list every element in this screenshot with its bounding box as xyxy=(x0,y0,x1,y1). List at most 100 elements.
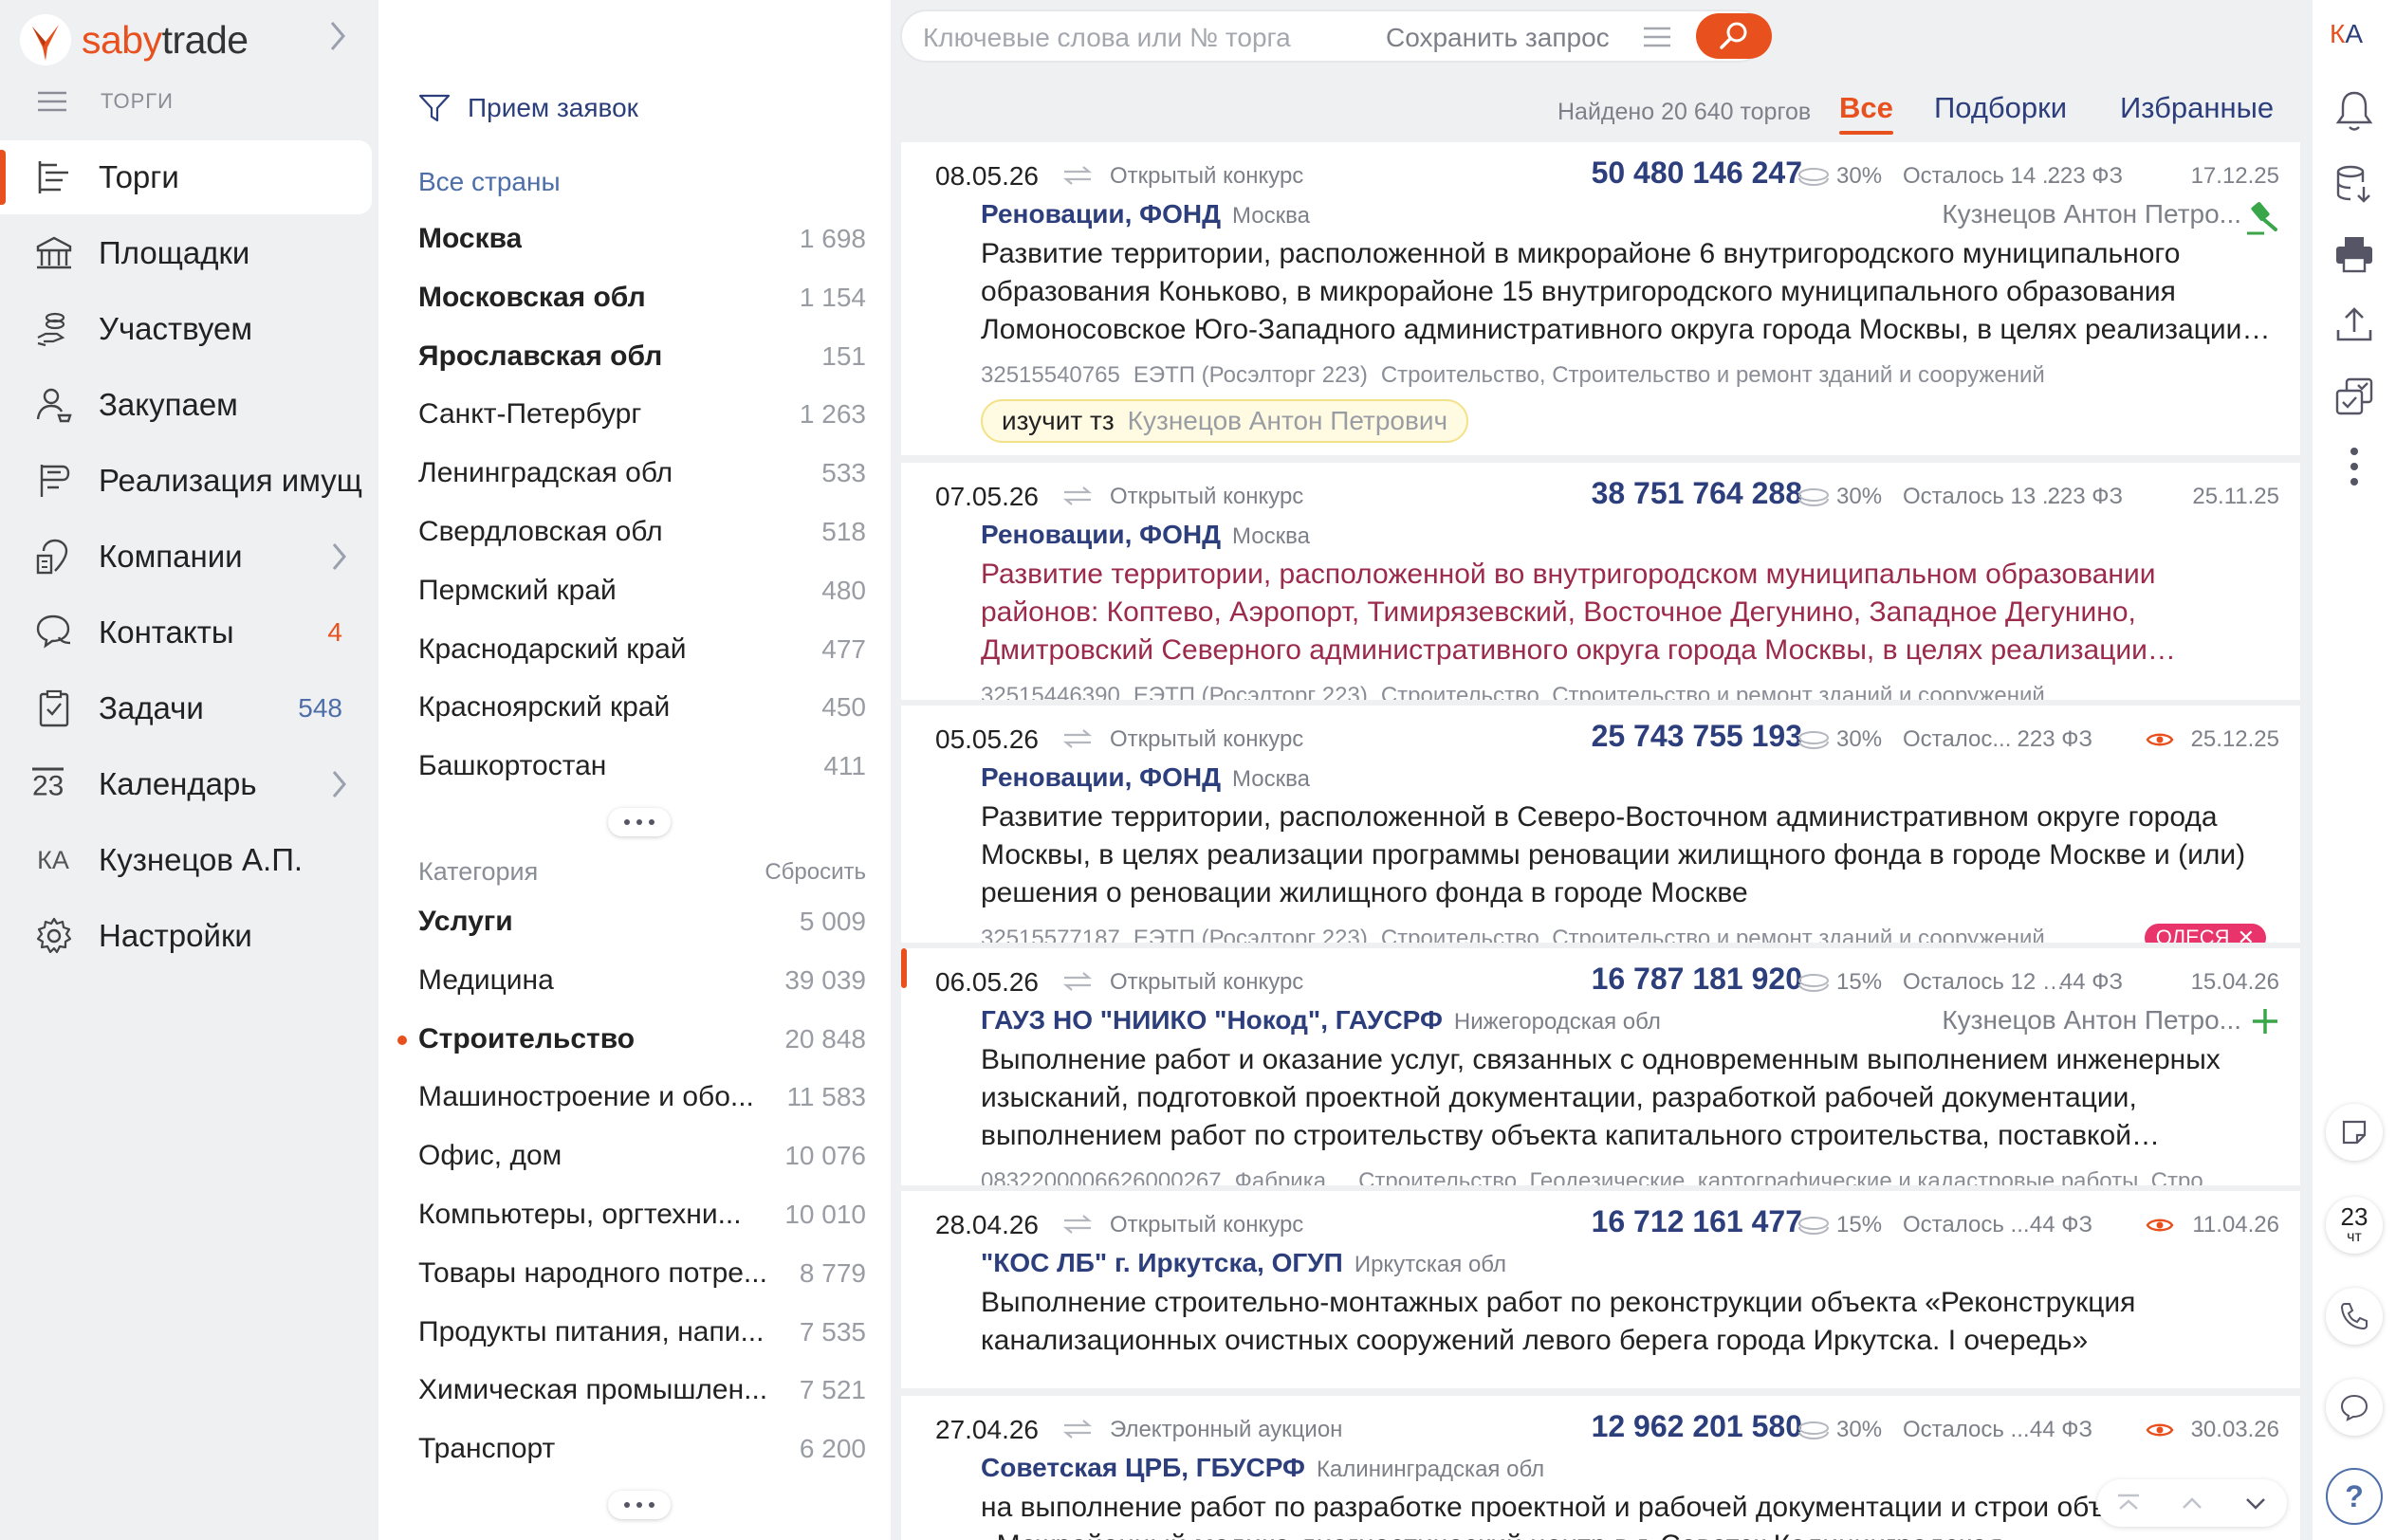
scroll-top-icon[interactable] xyxy=(2114,1492,2143,1514)
more-options-icon[interactable] xyxy=(2349,446,2360,487)
nav-item-7[interactable]: Контакты 4 xyxy=(0,596,378,669)
customer-name[interactable]: Советская ЦРБ, ГБУСРФ Калининградская обл xyxy=(981,1453,1544,1483)
tender-card[interactable]: 28.04.26 Открытый конкурс 16 712 161 477 15… xyxy=(901,1191,2300,1388)
category-filter-item[interactable]: Химическая промышлен... 7 521 xyxy=(418,1366,866,1415)
category-filter-item[interactable]: Медицина 39 039 xyxy=(418,956,866,1005)
responsible-person[interactable]: Кузнецов Антон Петро... xyxy=(1942,199,2241,229)
tender-card[interactable]: 27.04.26 Электронный аукцион 12 962 201 58… xyxy=(901,1396,2300,1540)
tender-platform: ЕЭТП (Росэлторг 223) xyxy=(1133,362,1368,388)
more-categories-button[interactable] xyxy=(608,1491,671,1519)
task-note[interactable]: изучит тз Кузнецов Антон Петрович xyxy=(981,399,1469,443)
category-filter-item[interactable]: Продукты питания, напи... 7 535 xyxy=(418,1308,866,1357)
tender-card[interactable]: 05.05.26 Открытый конкурс 25 743 755 193 30… xyxy=(901,706,2300,943)
tab-2[interactable]: Подборки xyxy=(1934,91,2067,125)
filter-item-count: 8 779 xyxy=(799,1257,866,1288)
nav-item-11[interactable]: Настройки xyxy=(0,899,378,973)
all-countries-link[interactable]: Все страны xyxy=(418,167,561,197)
tab-3[interactable]: Избранные xyxy=(2120,91,2274,125)
eye-icon[interactable] xyxy=(2146,1421,2174,1439)
logo[interactable]: sabytrade xyxy=(19,6,249,74)
customer-name[interactable]: Реновации, ФОНД Москва xyxy=(981,199,1310,229)
law-type: 44 ФЗ xyxy=(2029,1417,2092,1442)
customer-name[interactable]: Реновации, ФОНД Москва xyxy=(981,762,1310,793)
tender-description[interactable]: Выполнение работ и оказание услуг, связа… xyxy=(981,1041,2280,1155)
hamburger-icon[interactable] xyxy=(36,90,68,113)
chevron-up-icon[interactable] xyxy=(2178,1492,2206,1514)
customer-region: Москва xyxy=(1232,523,1310,549)
notes-button[interactable] xyxy=(2326,1104,2383,1161)
category-filter-item[interactable]: Офис, дом 10 076 xyxy=(418,1131,866,1181)
tender-card[interactable]: 06.05.26 Открытый конкурс 16 787 181 920 15… xyxy=(901,948,2300,1185)
tender-description[interactable]: Развитие территории, расположенной в Сев… xyxy=(981,798,2280,912)
plus-icon[interactable] xyxy=(2249,1005,2281,1037)
region-filter-item[interactable]: Санкт-Петербург 1 263 xyxy=(418,390,866,439)
customer-name[interactable]: ГАУЗ НО "НИИКО "Нокод", ГАУСРФ Нижегородс… xyxy=(981,1005,1661,1036)
calendar-today-button[interactable]: 23 чт xyxy=(2326,1197,2383,1254)
nav-item-3[interactable]: Участвуем xyxy=(0,292,378,366)
nav-item-5[interactable]: Реализация имущ xyxy=(0,444,378,518)
checklist-icon[interactable] xyxy=(2333,376,2375,417)
phone-button[interactable] xyxy=(2326,1288,2383,1345)
nav-item-1[interactable]: Торги xyxy=(0,140,372,214)
help-button[interactable]: ? xyxy=(2326,1468,2383,1525)
upload-icon[interactable] xyxy=(2333,303,2375,345)
region-filter-item[interactable]: Башкортостан 411 xyxy=(418,742,866,791)
chevron-right-icon[interactable] xyxy=(327,541,350,573)
user-tag[interactable]: ОЛЕСЯ ✕ xyxy=(2144,924,2266,943)
nav-item-9[interactable]: 23 Календарь xyxy=(0,747,378,821)
category-filter-item[interactable]: Строительство 20 848 xyxy=(397,1015,866,1064)
category-filter-item[interactable]: Транспорт 6 200 xyxy=(418,1424,866,1474)
eye-icon[interactable] xyxy=(2146,1216,2174,1235)
tender-description[interactable]: Развитие территории, расположенной во вн… xyxy=(981,556,2280,669)
gavel-green-icon[interactable] xyxy=(2243,199,2281,237)
region-filter-item[interactable]: Москва 1 698 xyxy=(418,214,866,264)
save-query-button[interactable]: Сохранить запрос xyxy=(1386,23,1610,53)
tender-price: 16 787 181 920 xyxy=(1591,962,1802,996)
law-type: 223 ФЗ xyxy=(2047,484,2123,509)
tender-card[interactable]: 08.05.26 Открытый конкурс 50 480 146 247 30… xyxy=(901,142,2300,455)
chevron-right-icon[interactable] xyxy=(323,19,351,53)
nav-item-label: Кузнецов А.П. xyxy=(99,842,304,877)
user-initials[interactable]: КА xyxy=(2330,19,2363,49)
bell-icon[interactable] xyxy=(2333,89,2375,133)
tender-description[interactable]: на выполнение работ по разработке проект… xyxy=(981,1489,2280,1540)
category-filter-item[interactable]: Машиностроение и обо... 11 583 xyxy=(418,1072,866,1122)
region-filter-item[interactable]: Московская обл 1 154 xyxy=(418,273,866,322)
menu-icon[interactable] xyxy=(1642,25,1672,49)
nav-item-2[interactable]: Площадки xyxy=(0,216,378,290)
region-filter-item[interactable]: Краснодарский край 477 xyxy=(418,625,866,674)
reset-category-button[interactable]: Сбросить xyxy=(765,859,866,886)
chat-button[interactable] xyxy=(2326,1379,2383,1436)
responsible-person[interactable]: Кузнецов Антон Петро... xyxy=(1942,1005,2241,1036)
database-download-icon[interactable] xyxy=(2333,163,2375,205)
tender-description[interactable]: Развитие территории, расположенной в мик… xyxy=(981,235,2280,349)
tender-card[interactable]: 07.05.26 Открытый конкурс 38 751 764 288 30… xyxy=(901,463,2300,700)
customer-name[interactable]: Реновации, ФОНД Москва xyxy=(981,520,1310,550)
category-filter-item[interactable]: Компьютеры, оргтехни... 10 010 xyxy=(418,1190,866,1239)
search-button[interactable] xyxy=(1696,13,1772,59)
tab-1[interactable]: Все xyxy=(1839,91,1893,135)
printer-icon[interactable] xyxy=(2333,233,2375,275)
search-input[interactable]: Ключевые слова или № торга xyxy=(923,23,1291,53)
nav-item-4[interactable]: Закупаем xyxy=(0,368,378,442)
region-filter-item[interactable]: Красноярский край 450 xyxy=(418,683,866,732)
tender-description[interactable]: Выполнение строительно-монтажных работ п… xyxy=(981,1284,2280,1360)
chevron-right-icon[interactable] xyxy=(327,768,350,800)
more-regions-button[interactable] xyxy=(608,808,671,836)
chevron-down-icon[interactable] xyxy=(2241,1492,2270,1514)
nav-item-8[interactable]: Задачи 548 xyxy=(0,671,378,745)
tender-price: 12 962 201 580 xyxy=(1591,1409,1802,1443)
filter-status-header[interactable]: Прием заявок xyxy=(418,93,638,123)
region-filter-item[interactable]: Ярославская обл 151 xyxy=(418,332,866,381)
region-filter-item[interactable]: Пермский край 480 xyxy=(418,566,866,615)
region-filter-item[interactable]: Ленинградская обл 533 xyxy=(418,449,866,498)
nav-item-10[interactable]: КА Кузнецов А.П. xyxy=(0,823,378,897)
eye-icon[interactable] xyxy=(2146,730,2174,749)
tender-price: 38 751 764 288 xyxy=(1591,476,1802,510)
category-filter-item[interactable]: Услуги 5 009 xyxy=(418,897,866,946)
customer-name[interactable]: "КОС ЛБ" г. Иркутска, ОГУП Иркутская обл xyxy=(981,1248,1506,1278)
close-icon[interactable]: ✕ xyxy=(2238,926,2255,943)
region-filter-item[interactable]: Свердловская обл 518 xyxy=(418,507,866,557)
nav-item-6[interactable]: Компании xyxy=(0,520,378,594)
category-filter-item[interactable]: Товары народного потре... 8 779 xyxy=(418,1249,866,1298)
